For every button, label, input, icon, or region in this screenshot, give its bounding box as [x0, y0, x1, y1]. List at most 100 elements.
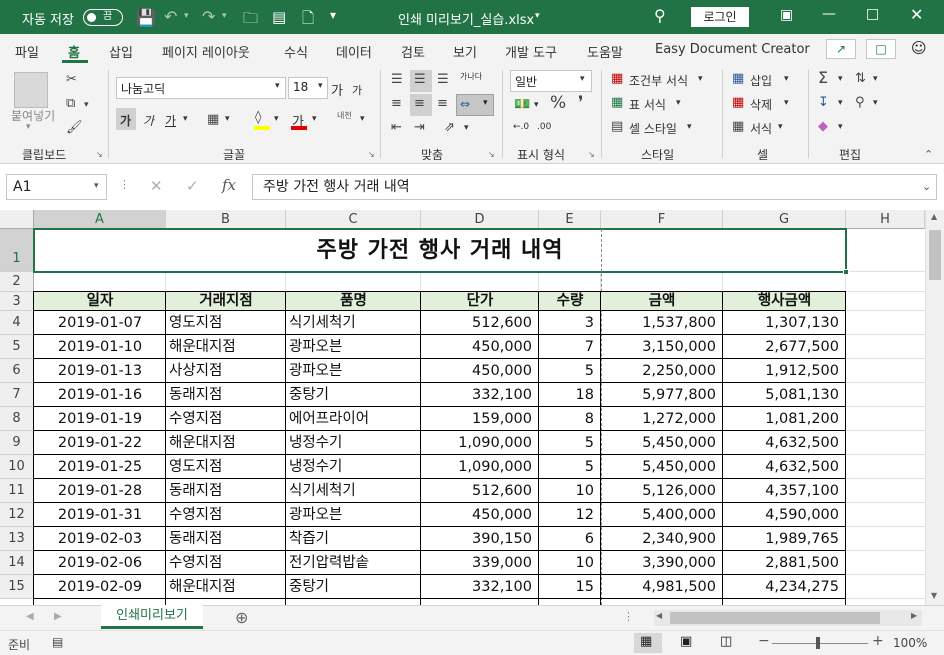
align-left-icon[interactable]: ≡ — [391, 96, 402, 112]
table-cell[interactable]: 해운대지점 — [166, 335, 286, 359]
shrink-font-button[interactable]: 가 — [352, 82, 362, 98]
column-header-f[interactable]: F — [601, 210, 723, 229]
number-launcher-icon[interactable]: ↘ — [588, 150, 595, 159]
format-table-dropdown-icon[interactable]: ▾ — [676, 98, 681, 108]
table-cell[interactable]: 동래지점 — [166, 383, 286, 407]
table-cell[interactable]: 전기압력밥솥 — [286, 551, 421, 575]
clear-icon[interactable]: ◆ — [818, 119, 828, 135]
row-header-5[interactable]: 5 — [0, 335, 34, 359]
paste-dropdown-icon[interactable]: ▾ — [26, 122, 31, 132]
table-header-cell[interactable]: 품명 — [286, 292, 421, 311]
underline-button[interactable]: 가 — [165, 112, 176, 129]
table-cell[interactable]: 수영지점 — [166, 551, 286, 575]
tab-insert[interactable]: 삽입 — [109, 42, 133, 61]
search-icon[interactable]: ⚲ — [654, 6, 666, 25]
increase-decimal-icon[interactable]: ←.0 — [513, 122, 529, 132]
grow-font-button[interactable]: 가 — [331, 80, 343, 99]
normal-view-icon[interactable]: ▦ — [640, 634, 652, 649]
row-header-10[interactable]: 10 — [0, 455, 34, 479]
table-cell[interactable]: 2019-01-07 — [34, 311, 166, 335]
table-cell[interactable]: 332,100 — [421, 575, 539, 599]
column-header-b[interactable]: B — [166, 210, 286, 229]
italic-button[interactable]: 가 — [143, 112, 154, 129]
zoom-slider-track[interactable] — [772, 643, 868, 644]
table-cell[interactable]: 5,126,000 — [601, 479, 723, 503]
row-header-2[interactable]: 2 — [0, 272, 34, 292]
page-break-view-icon[interactable]: ◫ — [720, 634, 732, 649]
align-right-icon[interactable]: ≡ — [437, 96, 448, 112]
merge-center-button[interactable]: ⇔ ▾ — [456, 94, 494, 116]
table-cell[interactable]: 2019-02-03 — [34, 527, 166, 551]
table-cell[interactable]: 2,677,500 — [723, 335, 846, 359]
sort-filter-dropdown-icon[interactable]: ▾ — [873, 74, 878, 84]
autosave-toggle[interactable]: 끔 — [83, 9, 123, 26]
expand-formula-icon[interactable]: ⌄ — [922, 180, 931, 193]
tab-page-layout[interactable]: 페이지 레이아웃 — [162, 42, 250, 61]
border-dropdown-icon[interactable]: ▾ — [225, 114, 230, 124]
table-cell[interactable]: 3,390,000 — [601, 551, 723, 575]
row-header-3[interactable]: 3 — [0, 292, 34, 311]
row-header-9[interactable]: 9 — [0, 431, 34, 455]
table-header-cell[interactable]: 단가 — [421, 292, 539, 311]
macro-record-icon[interactable]: ▤ — [52, 635, 63, 649]
table-header-cell[interactable]: 금액 — [601, 292, 723, 311]
table-cell[interactable]: 512,600 — [421, 311, 539, 335]
table-cell[interactable]: 2019-01-22 — [34, 431, 166, 455]
clipboard-launcher-icon[interactable]: ↘ — [96, 150, 103, 159]
insert-cells-button[interactable]: 삽입 — [750, 72, 772, 89]
scroll-down-icon[interactable]: ▼ — [931, 591, 937, 600]
minimize-icon[interactable]: — — [822, 6, 836, 22]
tab-easy-document-creator[interactable]: Easy Document Creator — [655, 42, 810, 57]
table-cell[interactable]: 2019-01-28 — [34, 479, 166, 503]
table-cell[interactable]: 5,450,000 — [601, 431, 723, 455]
table-cell[interactable]: 식기세척기 — [286, 311, 421, 335]
find-select-icon[interactable]: ⚲ — [855, 95, 865, 111]
table-cell[interactable]: 5,400,000 — [601, 503, 723, 527]
align-bottom-icon[interactable]: ☰ — [437, 72, 449, 88]
font-name-dropdown-icon[interactable]: ▾ — [275, 81, 280, 91]
font-color-dropdown-icon[interactable]: ▾ — [312, 114, 317, 124]
percent-icon[interactable]: % — [550, 95, 566, 112]
row-header-1[interactable]: 1 — [0, 229, 34, 272]
redo-dropdown-icon[interactable]: ▾ — [222, 11, 227, 21]
table-cell[interactable]: 1,537,800 — [601, 311, 723, 335]
autosum-icon[interactable]: Σ — [818, 70, 828, 86]
table-cell[interactable]: 339,000 — [421, 551, 539, 575]
table-cell[interactable]: 2019-02-09 — [34, 575, 166, 599]
table-cell[interactable]: 18 — [539, 383, 601, 407]
table-cell[interactable]: 냉정수기 — [286, 431, 421, 455]
new-file-icon[interactable]: 🗋 — [302, 8, 314, 33]
table-cell[interactable]: 1,989,765 — [723, 527, 846, 551]
ribbon-display-icon[interactable]: ▣ — [780, 7, 793, 23]
accounting-icon[interactable]: 💵 — [514, 97, 530, 113]
table-cell[interactable]: 512,600 — [421, 479, 539, 503]
table-cell[interactable]: 광파오븐 — [286, 359, 421, 383]
maximize-icon[interactable]: □ — [866, 6, 879, 22]
vertical-scroll-thumb[interactable] — [929, 230, 941, 280]
conditional-format-dropdown-icon[interactable]: ▾ — [698, 74, 703, 84]
worksheet-grid[interactable]: ABCDEFGH 1 2 3 4 5 6 7 8 9 10 11 12 13 14 15 주방 가전 행사 … — [0, 210, 944, 605]
redo-icon[interactable]: ↷ — [202, 7, 215, 26]
table-cell[interactable]: 1,090,000 — [421, 431, 539, 455]
horizontal-scroll-thumb[interactable] — [670, 612, 880, 624]
zoom-slider-thumb[interactable] — [816, 637, 820, 649]
table-cell[interactable]: 450,000 — [421, 503, 539, 527]
table-cell[interactable]: 390,150 — [421, 527, 539, 551]
autosum-dropdown-icon[interactable]: ▾ — [838, 74, 843, 84]
fill-icon[interactable]: ↧ — [818, 95, 829, 111]
table-cell[interactable]: 해운대지점 — [166, 431, 286, 455]
conditional-format-icon[interactable]: ▦ — [611, 71, 623, 87]
comma-icon[interactable]: ❜ — [578, 95, 583, 112]
table-cell[interactable]: 동래지점 — [166, 479, 286, 503]
table-cell[interactable]: 1,272,000 — [601, 407, 723, 431]
sheet-tab-active[interactable]: 인쇄미리보기 — [101, 605, 203, 629]
row-header-11[interactable]: 11 — [0, 479, 34, 503]
orientation-dropdown-icon[interactable]: ▾ — [464, 123, 469, 133]
table-cell[interactable]: 4,632,500 — [723, 431, 846, 455]
table-cell[interactable]: 2019-01-16 — [34, 383, 166, 407]
row-header-14[interactable]: 14 — [0, 551, 34, 575]
number-format-dropdown-icon[interactable]: ▾ — [580, 74, 585, 84]
accounting-dropdown-icon[interactable]: ▾ — [534, 100, 539, 110]
table-cell[interactable]: 수영지점 — [166, 503, 286, 527]
table-cell[interactable]: 영도지점 — [166, 311, 286, 335]
